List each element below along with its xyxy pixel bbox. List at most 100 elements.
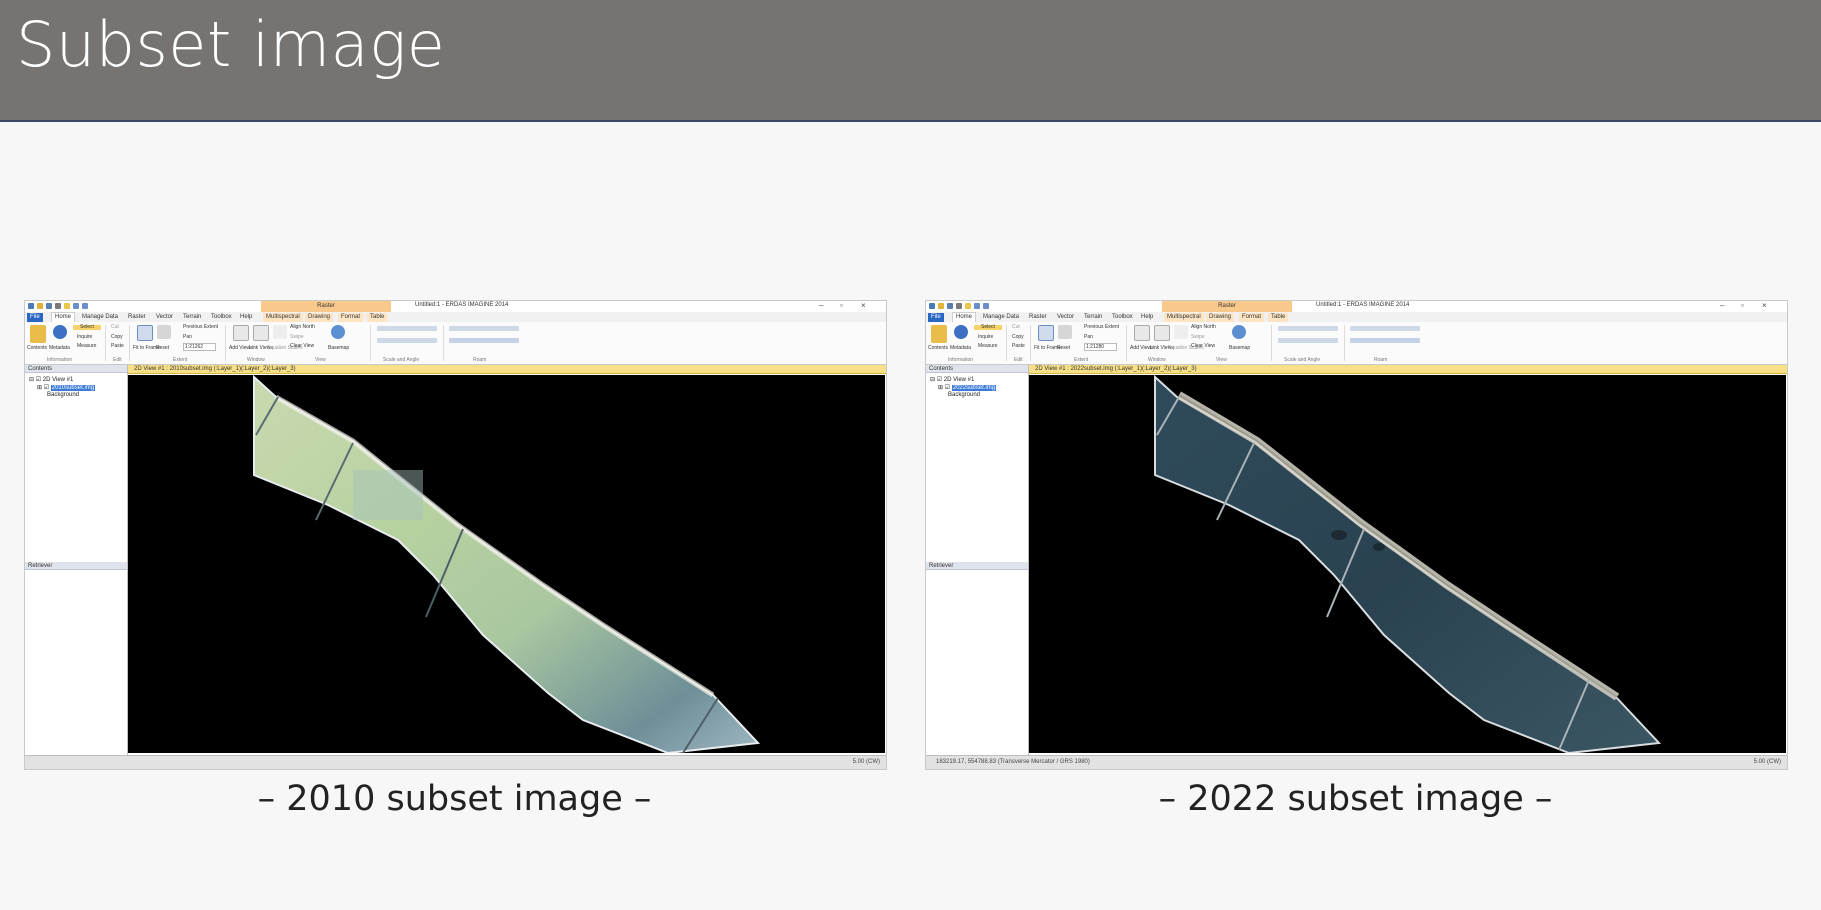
- tab-raster[interactable]: Raster: [125, 313, 149, 322]
- tree-item-layer[interactable]: ⊞ ☑ 2010subset.img: [37, 384, 96, 391]
- tab-table[interactable]: Table: [1268, 313, 1289, 322]
- fit-to-frame-icon[interactable]: [137, 325, 153, 341]
- paste-label[interactable]: Paste: [111, 343, 124, 349]
- add-views-icon[interactable]: [233, 325, 249, 341]
- link-views-icon[interactable]: [1154, 325, 1170, 341]
- tab-raster[interactable]: Raster: [1026, 313, 1050, 322]
- metadata-icon[interactable]: [53, 325, 67, 339]
- swipe-label[interactable]: Swipe: [290, 334, 304, 340]
- undo-icon[interactable]: [55, 303, 61, 309]
- contents-button[interactable]: [931, 325, 947, 343]
- cut-label[interactable]: Cut: [111, 324, 119, 330]
- clear-view-label[interactable]: Clear View: [290, 343, 314, 349]
- link-views-icon[interactable]: [253, 325, 269, 341]
- tab-format[interactable]: Format: [1239, 313, 1265, 322]
- caption-2022: – 2022 subset image –: [1158, 779, 1553, 819]
- reset-icon[interactable]: [157, 325, 171, 339]
- maximize-icon[interactable]: ▫: [1741, 301, 1744, 310]
- scale-slider[interactable]: [1278, 326, 1338, 331]
- tab-file[interactable]: File: [27, 313, 43, 322]
- raster-context-tab[interactable]: Raster: [1162, 301, 1292, 312]
- metadata-icon[interactable]: [954, 325, 968, 339]
- map-view-2022[interactable]: [1029, 375, 1786, 753]
- add-views-icon[interactable]: [1134, 325, 1150, 341]
- tab-vector[interactable]: Vector: [1054, 313, 1077, 322]
- roam-playback-controls[interactable]: [449, 338, 519, 343]
- roam-slider[interactable]: [449, 326, 519, 331]
- copy-label[interactable]: Copy: [1012, 334, 1024, 340]
- tab-help[interactable]: Help: [237, 313, 255, 322]
- tab-home[interactable]: Home: [952, 312, 977, 322]
- roam-playback-controls[interactable]: [1350, 338, 1420, 343]
- basemap-icon[interactable]: [331, 325, 345, 339]
- previous-extent-label[interactable]: Previous Extent: [183, 324, 218, 330]
- tab-table[interactable]: Table: [367, 313, 388, 322]
- undo-icon[interactable]: [956, 303, 962, 309]
- minimize-icon[interactable]: –: [819, 301, 823, 310]
- map-view-2010[interactable]: [128, 375, 885, 753]
- tab-vector[interactable]: Vector: [153, 313, 176, 322]
- inquire-label[interactable]: Inquire: [978, 334, 993, 340]
- open-icon[interactable]: [938, 303, 944, 309]
- tab-drawing[interactable]: Drawing: [1206, 313, 1235, 322]
- clear-view-label[interactable]: Clear View: [1191, 343, 1215, 349]
- tree-view-label: 2D View #1: [943, 377, 975, 383]
- measure-label[interactable]: Measure: [978, 343, 997, 349]
- tree-item-layer[interactable]: ⊞ ☑ 2022subset.img: [938, 384, 997, 391]
- fit-to-frame-icon[interactable]: [1038, 325, 1054, 341]
- tab-file[interactable]: File: [928, 313, 944, 322]
- inquire-label[interactable]: Inquire: [77, 334, 92, 340]
- swipe-label[interactable]: Swipe: [1191, 334, 1205, 340]
- pan-label[interactable]: Pan: [183, 334, 192, 340]
- save-icon[interactable]: [46, 303, 52, 309]
- tab-manage-data[interactable]: Manage Data: [980, 313, 1022, 322]
- tab-terrain[interactable]: Terrain: [1081, 313, 1105, 322]
- close-icon[interactable]: ×: [861, 301, 866, 310]
- tree-item-view[interactable]: ⊟ ☑ 2D View #1: [930, 376, 974, 383]
- zoom-out-icon[interactable]: [983, 303, 989, 309]
- scale-field[interactable]: 1:21280: [1084, 343, 1118, 351]
- angle-slider[interactable]: [1278, 338, 1338, 343]
- tree-item-view[interactable]: ⊟ ☑ 2D View #1: [29, 376, 73, 383]
- tree-item-background[interactable]: Background: [47, 392, 79, 398]
- tab-manage-data[interactable]: Manage Data: [79, 313, 121, 322]
- tab-multispectral[interactable]: Multispectral: [1164, 313, 1204, 322]
- open-icon[interactable]: [37, 303, 43, 309]
- zoom-out-icon[interactable]: [82, 303, 88, 309]
- paste-label[interactable]: Paste: [1012, 343, 1025, 349]
- copy-label[interactable]: Copy: [111, 334, 123, 340]
- raster-context-tab[interactable]: Raster: [261, 301, 391, 312]
- tab-help[interactable]: Help: [1138, 313, 1156, 322]
- tab-format[interactable]: Format: [338, 313, 364, 322]
- tab-toolbox[interactable]: Toolbox: [1109, 313, 1136, 322]
- select-tool-icon[interactable]: [64, 303, 70, 309]
- previous-extent-label[interactable]: Previous Extent: [1084, 324, 1119, 330]
- zoom-icon[interactable]: [974, 303, 980, 309]
- reset-icon[interactable]: [1058, 325, 1072, 339]
- equalize-scales-icon[interactable]: [1174, 325, 1188, 339]
- tree-item-background[interactable]: Background: [948, 392, 980, 398]
- angle-slider[interactable]: [377, 338, 437, 343]
- cut-label[interactable]: Cut: [1012, 324, 1020, 330]
- tab-home[interactable]: Home: [51, 312, 76, 322]
- equalize-scales-icon[interactable]: [273, 325, 287, 339]
- tab-toolbox[interactable]: Toolbox: [208, 313, 235, 322]
- tab-terrain[interactable]: Terrain: [180, 313, 204, 322]
- close-icon[interactable]: ×: [1762, 301, 1767, 310]
- roam-slider[interactable]: [1350, 326, 1420, 331]
- maximize-icon[interactable]: ▫: [840, 301, 843, 310]
- zoom-icon[interactable]: [73, 303, 79, 309]
- scale-slider[interactable]: [377, 326, 437, 331]
- tab-drawing[interactable]: Drawing: [305, 313, 334, 322]
- tab-multispectral[interactable]: Multispectral: [263, 313, 303, 322]
- minimize-icon[interactable]: –: [1720, 301, 1724, 310]
- pan-label[interactable]: Pan: [1084, 334, 1093, 340]
- select-tool-icon[interactable]: [965, 303, 971, 309]
- contents-button[interactable]: [30, 325, 46, 343]
- save-icon[interactable]: [947, 303, 953, 309]
- measure-label[interactable]: Measure: [77, 343, 96, 349]
- align-north-label[interactable]: Align North: [1191, 324, 1216, 330]
- basemap-icon[interactable]: [1232, 325, 1246, 339]
- align-north-label[interactable]: Align North: [290, 324, 315, 330]
- scale-field[interactable]: 1:21262: [183, 343, 217, 351]
